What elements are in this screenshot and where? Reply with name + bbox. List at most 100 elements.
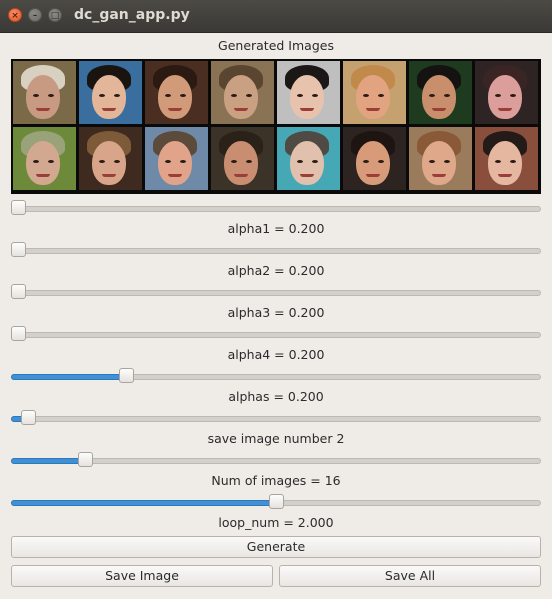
eye [114,160,120,163]
eye [510,94,516,97]
eye [180,160,186,163]
maximize-window-button[interactable]: □ [48,8,62,22]
eye [165,94,171,97]
face [488,141,522,185]
mouth [36,108,50,111]
mouth [36,174,50,177]
slider-value-label: Num of images = 16 [211,473,341,488]
generated-image [343,61,406,124]
face [290,75,324,119]
generated-image [13,127,76,190]
face [422,141,456,185]
generate-button[interactable]: Generate [11,536,541,558]
slider-value-label: alpha2 = 0.200 [227,263,325,278]
generated-image [409,127,472,190]
face [290,141,324,185]
slider-track[interactable] [11,416,541,422]
slider-track[interactable] [11,332,541,338]
eye [312,94,318,97]
slider-handle[interactable] [11,242,26,257]
slider-handle[interactable] [269,494,284,509]
eye [114,94,120,97]
slider-value-label: alpha3 = 0.200 [227,305,325,320]
slider[interactable] [11,284,541,300]
slider-track[interactable] [11,290,541,296]
generated-image [475,127,538,190]
slider-value-label: loop_num = 2.000 [218,515,334,530]
generated-image [79,61,142,124]
slider[interactable] [11,494,541,510]
slider[interactable] [11,326,541,342]
slider-handle[interactable] [11,200,26,215]
slider[interactable] [11,200,541,216]
slider-track[interactable] [11,206,541,212]
mouth [168,174,182,177]
eye [429,94,435,97]
slider-fill [11,458,84,464]
eye [495,94,501,97]
slider-handle[interactable] [11,326,26,341]
slider-handle[interactable] [78,452,93,467]
eye [246,94,252,97]
eye [378,160,384,163]
mouth [300,108,314,111]
close-window-button[interactable]: × [8,8,22,22]
generated-image [211,127,274,190]
mouth [498,108,512,111]
generated-images-grid [11,59,541,194]
slider-fill [11,500,275,506]
slider[interactable] [11,242,541,258]
eye [444,160,450,163]
mouth [498,174,512,177]
slider-handle[interactable] [11,284,26,299]
slider-value-label: alphas = 0.200 [228,389,324,404]
eye [444,94,450,97]
mouth [432,108,446,111]
slider-value-label: alpha1 = 0.200 [227,221,325,236]
slider[interactable] [11,410,541,426]
generated-image [13,61,76,124]
face [92,141,126,185]
eye [495,160,501,163]
slider-track[interactable] [11,248,541,254]
eye [99,94,105,97]
face [158,141,192,185]
generated-image [277,61,340,124]
save-all-button[interactable]: Save All [279,565,541,587]
eye [363,160,369,163]
face [224,75,258,119]
eye [363,94,369,97]
mouth [102,108,116,111]
eye [165,160,171,163]
face [158,75,192,119]
minimize-window-button[interactable]: – [28,8,42,22]
face [224,141,258,185]
slider-fill [11,374,125,380]
slider[interactable] [11,452,541,468]
save-image-button[interactable]: Save Image [11,565,273,587]
mouth [366,108,380,111]
face [356,141,390,185]
face [356,75,390,119]
eye [297,94,303,97]
eye [48,160,54,163]
face [92,75,126,119]
mouth [102,174,116,177]
eye [297,160,303,163]
eye [312,160,318,163]
slider[interactable] [11,368,541,384]
eye [33,160,39,163]
generated-image [145,61,208,124]
mouth [300,174,314,177]
eye [246,160,252,163]
eye [33,94,39,97]
slider-handle[interactable] [21,410,36,425]
eye [99,160,105,163]
slider-value-label: alpha4 = 0.200 [227,347,325,362]
title-bar: × – □ dc_gan_app.py [0,0,552,33]
slider-handle[interactable] [119,368,134,383]
generated-image [475,61,538,124]
generated-image [343,127,406,190]
eye [231,160,237,163]
window-title: dc_gan_app.py [74,7,190,23]
